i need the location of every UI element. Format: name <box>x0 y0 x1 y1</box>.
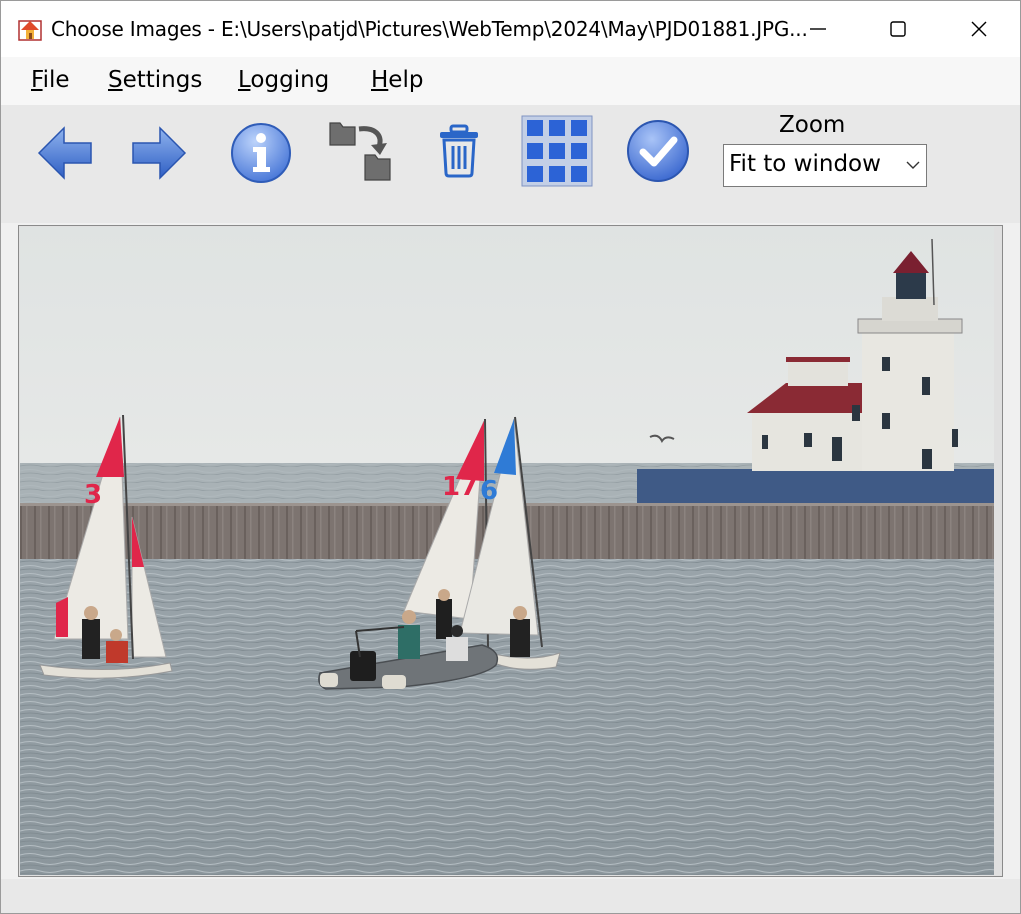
zoom-selected-value: Fit to window <box>729 151 881 177</box>
close-button[interactable] <box>939 1 1019 57</box>
folder-move-icon <box>329 122 391 181</box>
sail-number-middle: 17 <box>442 472 478 502</box>
checkmark-icon <box>627 120 689 182</box>
menu-bar: File Settings Logging Help <box>1 57 1020 105</box>
maximize-button[interactable] <box>858 1 938 57</box>
accept-button[interactable] <box>626 119 690 183</box>
minimize-icon <box>810 28 826 30</box>
menu-settings[interactable]: Settings <box>108 67 202 93</box>
thumbnails-button[interactable] <box>521 115 593 187</box>
title-bar[interactable]: Choose Images - E:\Users\patjd\Pictures\… <box>1 1 1020 57</box>
trash-icon <box>440 124 478 178</box>
window-title: Choose Images - E:\Users\patjd\Pictures\… <box>51 17 808 41</box>
close-icon <box>971 21 987 37</box>
app-icon <box>18 20 42 41</box>
grid-icon <box>521 115 593 187</box>
zoom-label: Zoom <box>779 112 846 138</box>
arrow-right-icon <box>132 126 187 180</box>
maximize-icon <box>890 21 906 37</box>
next-button[interactable] <box>131 123 187 183</box>
choose-images-window: Choose Images - E:\Users\patjd\Pictures\… <box>0 0 1021 914</box>
toolbar: Zoom Fit to window <box>1 105 1020 223</box>
sail-number-left: 3 <box>84 480 102 510</box>
move-button[interactable] <box>327 117 395 185</box>
menu-help[interactable]: Help <box>371 67 423 93</box>
sail-number-right: 6 <box>480 476 498 506</box>
status-bar <box>1 879 1020 913</box>
preview-photo: 3 17 6 <box>20 227 994 875</box>
previous-button[interactable] <box>37 123 93 183</box>
menu-logging[interactable]: Logging <box>238 67 329 93</box>
image-preview-panel[interactable]: 3 17 6 <box>18 225 1003 877</box>
info-button[interactable] <box>229 121 293 185</box>
arrow-left-icon <box>37 126 92 180</box>
delete-button[interactable] <box>437 123 481 179</box>
minimize-button[interactable] <box>778 1 858 57</box>
chevron-down-icon <box>906 161 920 169</box>
zoom-select[interactable]: Fit to window <box>723 144 927 187</box>
menu-file[interactable]: File <box>31 67 70 93</box>
info-icon <box>231 123 291 183</box>
